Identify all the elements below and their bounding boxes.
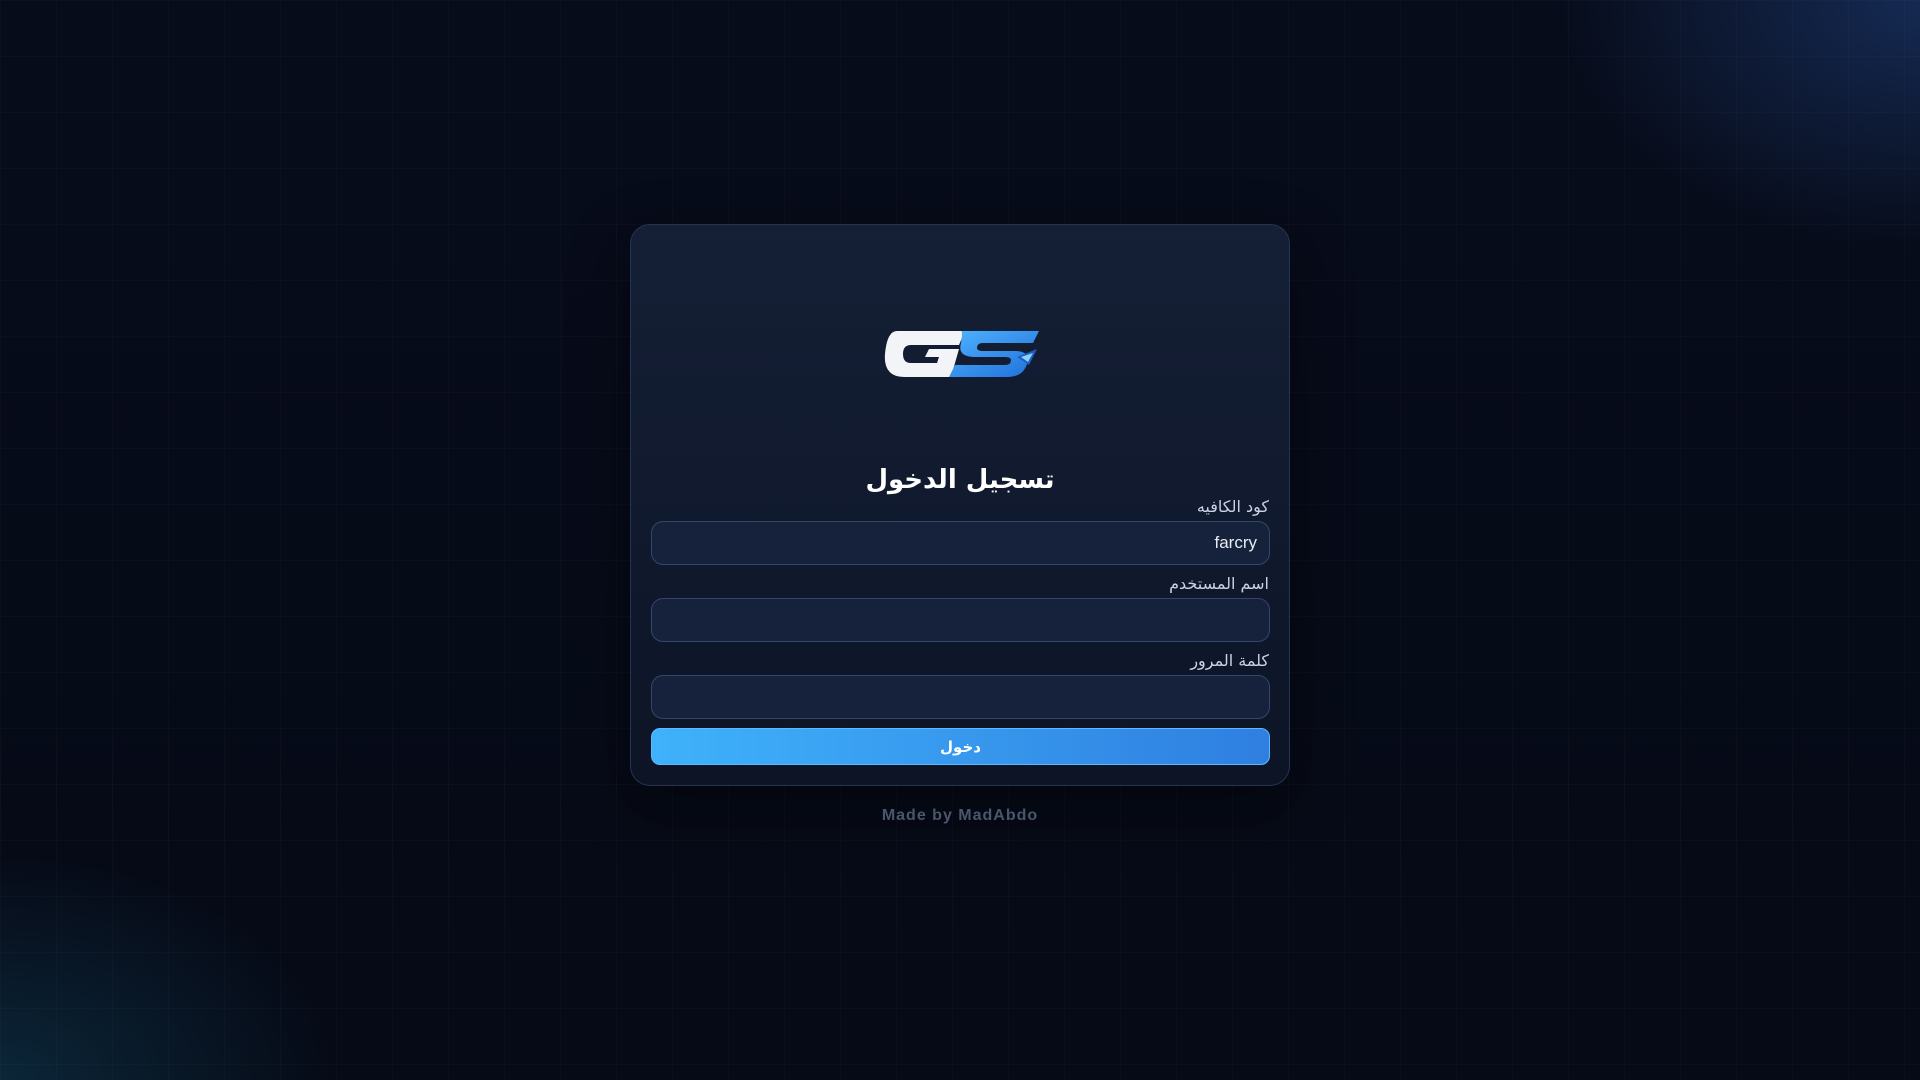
username-input[interactable] — [651, 598, 1270, 642]
password-input[interactable] — [651, 675, 1270, 719]
gs-logo-icon — [879, 321, 1045, 387]
login-card: تسجيل الدخول كود الكافيه اسم المستخدم كل… — [630, 224, 1290, 786]
username-label: اسم المستخدم — [1169, 574, 1269, 593]
cafe-code-input[interactable] — [651, 521, 1270, 565]
login-button[interactable]: دخول — [651, 728, 1270, 765]
login-title: تسجيل الدخول — [865, 465, 1055, 495]
cafe-code-label: كود الكافيه — [1196, 497, 1269, 516]
footer-credit: Made by MadAbdo — [881, 807, 1039, 824]
password-label: كلمة المرور — [1190, 651, 1269, 670]
